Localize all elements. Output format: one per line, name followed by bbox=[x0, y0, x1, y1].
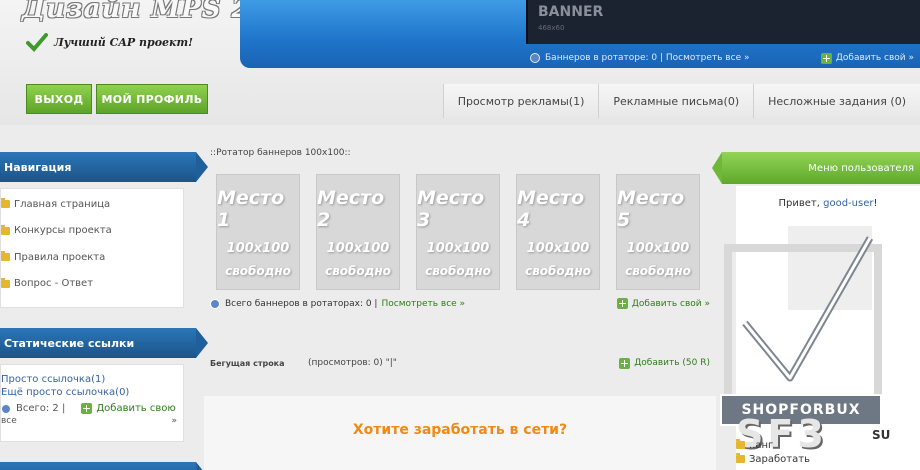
nav-item-contests[interactable]: Конкурсы проекта bbox=[1, 218, 183, 245]
banner-slot-2[interactable]: Место 2 100х100 свободно bbox=[316, 174, 400, 290]
rotator-add-own-link[interactable]: Добавить свой » bbox=[616, 298, 710, 309]
user-menu-items: ..анг Заработать bbox=[736, 438, 810, 466]
banner-slots: Место 1 100х100 свободно Место 2 100х100… bbox=[216, 174, 700, 290]
static-add-label: Добавить свою bbox=[96, 403, 176, 414]
banner-size: 468x60 bbox=[538, 24, 565, 32]
slot-size: 100х100 bbox=[226, 240, 290, 256]
add-icon bbox=[616, 298, 628, 309]
rotator-footer: Всего баннеров в ротаторах: 0 | Посмотре… bbox=[210, 298, 710, 309]
tab-simple-tasks[interactable]: Несложные задания (0) bbox=[753, 84, 920, 118]
banner-rotator-bar: Баннеров в ротаторе: 0 | Посмотреть все … bbox=[526, 50, 920, 66]
slot-size: 100х100 bbox=[326, 240, 390, 256]
rotator-add-link[interactable]: Добавить свой » bbox=[820, 52, 914, 64]
user-menu-header: Меню пользователя bbox=[712, 152, 920, 184]
my-profile-button[interactable]: МОЙ ПРОФИЛЬ bbox=[96, 84, 208, 114]
slot-status: свободно bbox=[525, 263, 591, 278]
ticker-views: (просмотров: 0) "|" bbox=[308, 358, 397, 368]
tab-view-ads[interactable]: Просмотр рекламы(1) bbox=[442, 84, 599, 118]
check-icon bbox=[26, 33, 48, 52]
next-section-header bbox=[0, 462, 208, 470]
nav-item-label: Правила проекта bbox=[14, 251, 106, 263]
static-add-link[interactable]: Добавить свою bbox=[81, 403, 176, 414]
static-all-link[interactable]: все bbox=[1, 416, 17, 426]
ticker-row: Бегущая строка (просмотров: 0) "|" Добав… bbox=[210, 353, 710, 373]
nav-menu: Главная страница Конкурсы проекта Правил… bbox=[0, 188, 184, 308]
banner-468[interactable]: BANNER 468x60 bbox=[526, 0, 920, 44]
add-icon bbox=[820, 52, 832, 64]
slot-place: Место 2 bbox=[317, 186, 385, 231]
greeting-end: ! bbox=[873, 198, 878, 209]
info-icon bbox=[210, 298, 220, 309]
static-link-1[interactable]: Просто ссылочка(1) bbox=[1, 373, 183, 386]
info-icon bbox=[530, 53, 540, 63]
slot-status: свободно bbox=[225, 263, 291, 278]
slot-place: Место 3 bbox=[417, 186, 485, 231]
nav-item-label: Вопрос - Ответ bbox=[14, 278, 94, 290]
greeting: Привет, good-user! bbox=[736, 198, 920, 209]
static-total: Всего: 2 | bbox=[16, 403, 66, 414]
static-all-row: все » bbox=[1, 416, 183, 426]
nav-item-rules[interactable]: Правила проекта bbox=[1, 244, 183, 271]
banner-slot-4[interactable]: Место 4 100х100 свободно bbox=[516, 174, 600, 290]
header: Дизайн MPS 2.2 Лучший CAP проект! BANNER… bbox=[0, 0, 920, 125]
cta-heading: Хотите заработать в сети? bbox=[352, 422, 568, 438]
add-icon bbox=[81, 403, 93, 414]
top-tabs: Просмотр рекламы(1) Рекламные письма(0) … bbox=[442, 84, 920, 118]
slot-place: Место 5 bbox=[617, 186, 685, 231]
nav-item-faq[interactable]: Вопрос - Ответ bbox=[1, 271, 183, 298]
ticker-add-link[interactable]: Добавить (50 R) bbox=[619, 357, 710, 369]
static-links-header: Статические ссылки bbox=[0, 328, 208, 358]
logo-slogan: Лучший CAP проект! bbox=[54, 35, 193, 49]
banner-slot-1[interactable]: Место 1 100х100 свободно bbox=[216, 174, 300, 290]
slot-place: Место 1 bbox=[217, 186, 285, 231]
folder-icon bbox=[1, 224, 10, 235]
nav-item-label: Главная страница bbox=[14, 198, 111, 210]
static-more-link[interactable]: » bbox=[171, 416, 177, 426]
rotator-add-label: Добавить свой » bbox=[835, 53, 914, 63]
ticker-add-label: Добавить (50 R) bbox=[634, 358, 710, 368]
folder-icon bbox=[736, 453, 745, 463]
add-icon bbox=[619, 357, 631, 369]
nav-item-label: Конкурсы проекта bbox=[14, 225, 112, 237]
logout-button[interactable]: ВЫХОД bbox=[26, 84, 92, 114]
ticker-label: Бегущая строка bbox=[210, 358, 285, 368]
slot-size: 100х100 bbox=[526, 240, 590, 256]
rotator-add-own-label: Добавить свой » bbox=[631, 298, 710, 309]
rotator-title: ::Ротатор баннеров 100х100:: bbox=[210, 148, 351, 158]
slot-size: 100х100 bbox=[626, 240, 690, 256]
rotator-count-link[interactable]: Баннеров в ротаторе: 0 | Посмотреть все … bbox=[545, 53, 749, 63]
slot-status: свободно bbox=[425, 263, 491, 278]
banner-slot-5[interactable]: Место 5 100х100 свободно bbox=[616, 174, 700, 290]
username-link[interactable]: good-user bbox=[823, 198, 873, 209]
greeting-text: Привет, bbox=[778, 198, 820, 209]
folder-icon bbox=[1, 198, 10, 209]
main-content: ::Ротатор баннеров 100х100:: Место 1 100… bbox=[200, 148, 718, 470]
tab-ad-letters[interactable]: Рекламные письма(0) bbox=[598, 84, 754, 118]
banner-slot-3[interactable]: Место 3 100х100 свободно bbox=[416, 174, 500, 290]
static-links-footer: Всего: 2 | Добавить свою bbox=[1, 403, 183, 414]
static-links-box: Просто ссылочка(1) Ещё просто ссылочка(0… bbox=[0, 364, 184, 442]
slot-size: 100х100 bbox=[426, 240, 490, 256]
banner-label: BANNER bbox=[538, 4, 604, 20]
menu-item-label: Заработать bbox=[749, 453, 810, 465]
info-icon bbox=[1, 403, 11, 414]
rotator-total: Всего баннеров в ротаторах: 0 | bbox=[225, 298, 378, 309]
folder-icon bbox=[1, 277, 10, 288]
static-link-2[interactable]: Ещё просто ссылочка(0) bbox=[1, 386, 183, 399]
nav-header: Навигация bbox=[0, 152, 208, 182]
logo-sub: Лучший CAP проект! bbox=[26, 32, 193, 52]
folder-icon bbox=[736, 439, 745, 449]
cta-box: Хотите заработать в сети? bbox=[204, 396, 716, 470]
slot-status: свободно bbox=[625, 263, 691, 278]
folder-icon bbox=[1, 251, 10, 262]
user-menu-item-1[interactable]: ..анг bbox=[736, 438, 810, 452]
nav-item-home[interactable]: Главная страница bbox=[1, 191, 183, 218]
slot-status: свободно bbox=[325, 263, 391, 278]
sf3-domain: SU bbox=[872, 428, 891, 442]
shopforbux-logo: SHOPFORBUX bbox=[720, 228, 920, 428]
slot-place: Место 4 bbox=[517, 186, 585, 231]
rotator-view-all-link[interactable]: Посмотреть все » bbox=[381, 299, 465, 309]
menu-item-label: ..анг bbox=[749, 439, 774, 451]
user-menu-item-earn[interactable]: Заработать bbox=[736, 452, 810, 466]
